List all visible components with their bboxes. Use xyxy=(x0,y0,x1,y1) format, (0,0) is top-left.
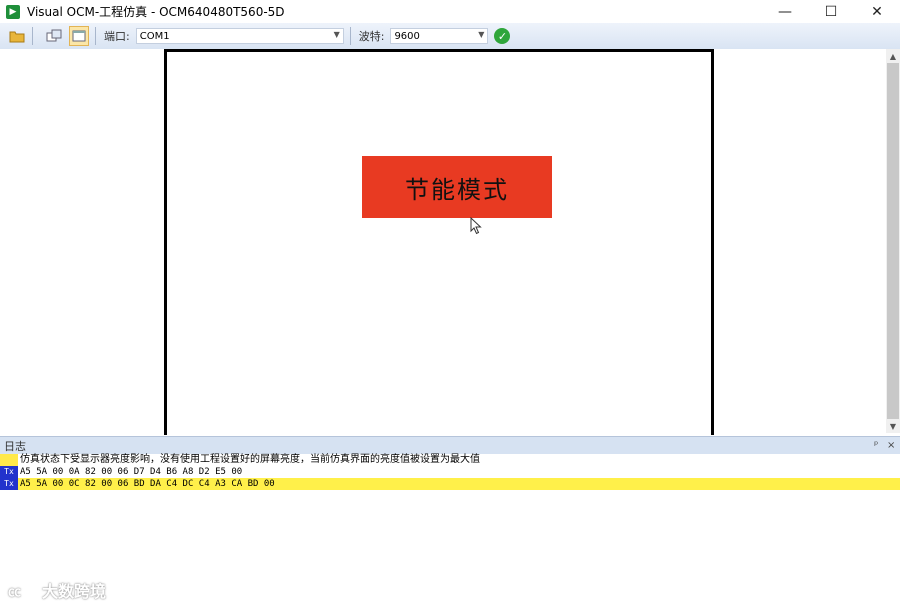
vertical-scrollbar[interactable]: ▲ ▼ xyxy=(886,49,900,433)
toolbar-separator xyxy=(349,27,351,45)
connect-check-icon[interactable]: ✓ xyxy=(494,28,511,44)
chevron-down-icon: ▼ xyxy=(478,30,485,39)
log-row: 仿真状态下受显示器亮度影响，没有使用工程设置好的屏幕亮度，当前仿真界面的亮度值被… xyxy=(0,454,900,466)
pin-icon[interactable]: ᵖ xyxy=(874,437,878,454)
toolbar-separator xyxy=(32,27,33,45)
close-button[interactable]: ✕ xyxy=(854,0,900,23)
watermark-text: 大数跨境 xyxy=(42,582,107,601)
window-controls: — ☐ ✕ xyxy=(762,0,900,23)
watermark-logo: ㏄ xyxy=(8,585,22,600)
app-icon: ▶ xyxy=(6,4,20,19)
log-row-tag: Tx xyxy=(0,466,18,478)
baud-label: 波特: xyxy=(358,30,385,43)
log-row-text: 仿真状态下受显示器亮度影响，没有使用工程设置好的屏幕亮度，当前仿真界面的亮度值被… xyxy=(20,454,480,465)
watermark: ㏄ 大数跨境 xyxy=(8,578,106,602)
maximize-button[interactable]: ☐ xyxy=(808,0,854,23)
minimize-button[interactable]: — xyxy=(762,0,808,23)
simulation-workspace: 节能模式 xyxy=(0,49,886,435)
log-panel: 仿真状态下受显示器亮度影响，没有使用工程设置好的屏幕亮度，当前仿真界面的亮度值被… xyxy=(0,454,900,608)
log-row-text: A5 5A 00 0C 82 00 06 BD DA C4 DC C4 A3 C… xyxy=(20,479,275,489)
title-bar: ▶ Visual OCM-工程仿真 - OCM640480T560-5D — ☐… xyxy=(0,0,900,23)
simulation-view-icon[interactable] xyxy=(69,26,89,46)
scroll-up-icon[interactable]: ▲ xyxy=(886,49,900,63)
scrollbar-thumb[interactable] xyxy=(887,63,899,419)
log-close-icon[interactable]: × xyxy=(887,437,895,454)
mouse-cursor-icon xyxy=(470,217,482,235)
screen-canvas: 节能模式 xyxy=(164,49,714,435)
baud-select-value: 9600 xyxy=(394,30,420,42)
port-select-value: COM1 xyxy=(139,30,170,42)
log-row: Tx A5 5A 00 0A 82 00 06 D7 D4 B6 A8 D2 E… xyxy=(0,466,900,478)
chevron-down-icon: ▼ xyxy=(333,30,340,39)
scroll-down-icon[interactable]: ▼ xyxy=(886,419,900,433)
log-panel-header: 日志 ᵖ × xyxy=(0,436,900,455)
port-select[interactable]: COM1 ▼ xyxy=(135,28,344,44)
log-row-selected[interactable]: Tx A5 5A 00 0C 82 00 06 BD DA C4 DC C4 A… xyxy=(0,478,900,490)
energy-saving-mode-button[interactable]: 节能模式 xyxy=(362,156,552,218)
toolbar: 端口: COM1 ▼ 波特: 9600 ▼ ✓ xyxy=(0,23,900,50)
log-panel-title: 日志 xyxy=(4,439,26,453)
window-title: Visual OCM-工程仿真 - OCM640480T560-5D xyxy=(27,5,285,19)
log-row-text: A5 5A 00 0A 82 00 06 D7 D4 B6 A8 D2 E5 0… xyxy=(20,467,243,477)
toolbar-separator xyxy=(95,27,96,45)
window-layout-icon[interactable] xyxy=(45,27,63,45)
open-folder-icon[interactable] xyxy=(8,27,26,45)
baud-select[interactable]: 9600 ▼ xyxy=(390,28,489,44)
port-label: 端口: xyxy=(104,30,130,43)
log-row-tag xyxy=(0,454,18,466)
log-row-tag: Tx xyxy=(0,478,18,490)
